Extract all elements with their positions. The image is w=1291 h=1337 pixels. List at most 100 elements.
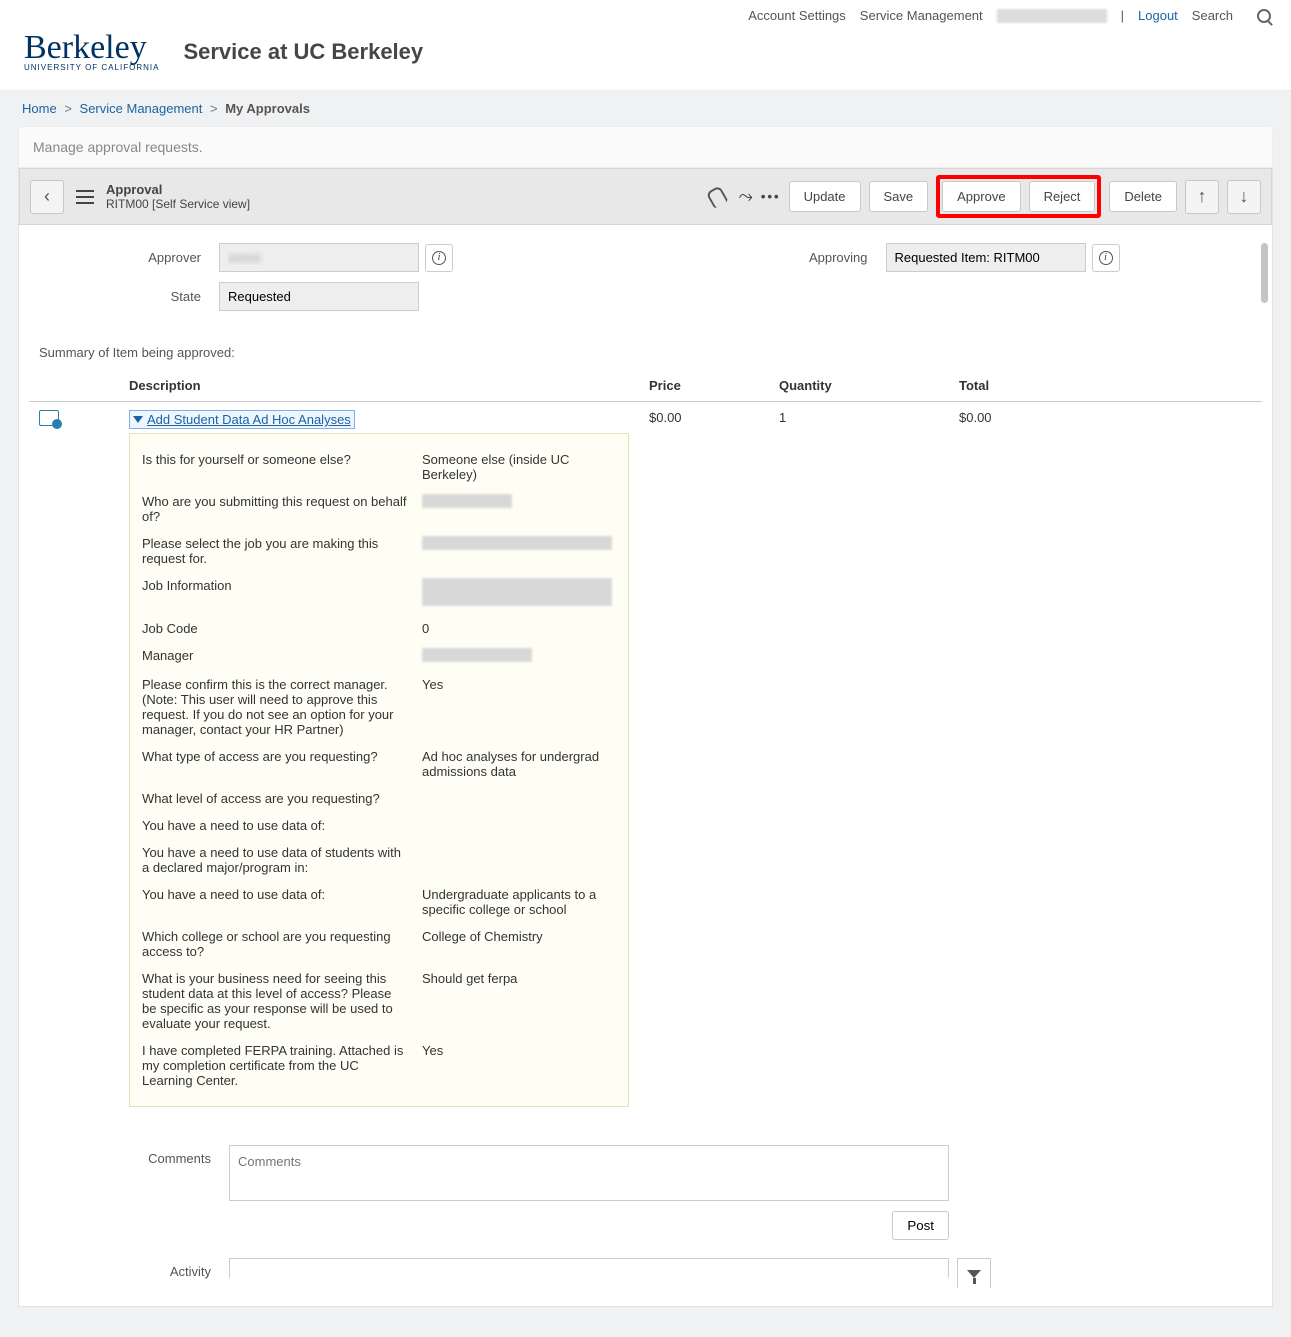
state-label: State — [29, 289, 219, 304]
approver-info-button[interactable]: i — [425, 244, 453, 272]
breadcrumb-service[interactable]: Service Management — [80, 101, 203, 116]
search-icon[interactable] — [1257, 9, 1271, 23]
detail-question: You have a need to use data of students … — [142, 845, 422, 875]
detail-answer — [422, 648, 616, 665]
berkeley-logo-subtitle: UNIVERSITY OF CALIFORNIA — [24, 63, 159, 72]
comments-label: Comments — [29, 1145, 229, 1201]
detail-row: Manager — [142, 642, 616, 671]
detail-question: Job Code — [142, 621, 422, 636]
account-settings-link[interactable]: Account Settings — [748, 8, 846, 23]
activity-label: Activity — [29, 1258, 229, 1288]
item-description-link[interactable]: Add Student Data Ad Hoc Analyses — [129, 410, 355, 429]
approving-label: Approving — [696, 250, 886, 265]
detail-answer — [422, 818, 616, 833]
detail-answer — [422, 791, 616, 806]
detail-question: You have a need to use data of: — [142, 818, 422, 833]
menu-button[interactable] — [72, 196, 98, 198]
detail-row: Which college or school are you requesti… — [142, 923, 616, 965]
page-subheader: Manage approval requests. — [18, 126, 1273, 168]
approver-label: Approver — [29, 250, 219, 265]
logout-link[interactable]: Logout — [1138, 8, 1178, 23]
breadcrumb-current: My Approvals — [225, 101, 310, 116]
search-label[interactable]: Search — [1192, 8, 1233, 23]
approve-button[interactable]: Approve — [942, 181, 1020, 212]
collapse-icon — [133, 416, 143, 423]
service-management-link[interactable]: Service Management — [860, 8, 983, 23]
delete-button[interactable]: Delete — [1109, 181, 1177, 212]
back-button[interactable]: ‹ — [30, 180, 64, 214]
detail-answer: Should get ferpa — [422, 971, 616, 1031]
detail-answer — [422, 845, 616, 875]
detail-answer: Someone else (inside UC Berkeley) — [422, 452, 616, 482]
detail-answer — [422, 578, 616, 609]
reject-button[interactable]: Reject — [1029, 181, 1096, 212]
col-price: Price — [639, 370, 769, 402]
item-detail-panel: Is this for yourself or someone else?Som… — [129, 433, 629, 1107]
summary-heading: Summary of Item being approved: — [39, 345, 1262, 360]
detail-row: Please confirm this is the correct manag… — [142, 671, 616, 743]
save-button[interactable]: Save — [869, 181, 929, 212]
detail-answer: College of Chemistry — [422, 929, 616, 959]
approving-info-button[interactable]: i — [1092, 244, 1120, 272]
detail-row: Who are you submitting this request on b… — [142, 488, 616, 530]
detail-question: What is your business need for seeing th… — [142, 971, 422, 1031]
preview-icon[interactable] — [39, 410, 59, 426]
detail-question: Manager — [142, 648, 422, 665]
cell-price: $0.00 — [639, 402, 769, 1116]
approver-field[interactable] — [219, 243, 419, 272]
previous-record-button[interactable]: ↑ — [1185, 180, 1219, 214]
record-title: Approval — [106, 182, 250, 197]
summary-table: Description Price Quantity Total Add Stu… — [29, 370, 1262, 1115]
form-scrollbar[interactable] — [1261, 243, 1268, 303]
detail-question: Job Information — [142, 578, 422, 609]
cell-total: $0.00 — [949, 402, 1262, 1116]
col-description: Description — [119, 370, 639, 402]
detail-row: You have a need to use data of:Undergrad… — [142, 881, 616, 923]
next-record-button[interactable]: ↓ — [1227, 180, 1261, 214]
table-row: Add Student Data Ad Hoc Analyses Is this… — [29, 402, 1262, 1116]
detail-row: What is your business need for seeing th… — [142, 965, 616, 1037]
activity-stream — [229, 1258, 949, 1278]
detail-row: Job Code0 — [142, 615, 616, 642]
funnel-icon — [967, 1270, 981, 1278]
activity-stream-button[interactable]: ⤳ — [739, 186, 753, 207]
state-field[interactable] — [219, 282, 419, 311]
detail-answer: Yes — [422, 677, 616, 737]
detail-question: You have a need to use data of: — [142, 887, 422, 917]
detail-answer: Ad hoc analyses for undergrad admissions… — [422, 749, 616, 779]
detail-question: Which college or school are you requesti… — [142, 929, 422, 959]
hamburger-icon — [76, 196, 94, 198]
detail-row: Is this for yourself or someone else?Som… — [142, 446, 616, 488]
detail-row: You have a need to use data of students … — [142, 839, 616, 881]
approving-field[interactable] — [886, 243, 1086, 272]
breadcrumb: Home > Service Management > My Approvals — [18, 91, 1273, 126]
detail-question: What level of access are you requesting? — [142, 791, 422, 806]
detail-question: Is this for yourself or someone else? — [142, 452, 422, 482]
detail-question: Please select the job you are making thi… — [142, 536, 422, 566]
attachment-button[interactable] — [703, 182, 731, 212]
post-button[interactable]: Post — [892, 1211, 949, 1240]
page-header: Berkeley UNIVERSITY OF CALIFORNIA Servic… — [0, 31, 1291, 91]
detail-row: Job Information — [142, 572, 616, 615]
more-actions-button[interactable]: ••• — [761, 189, 781, 204]
detail-answer: Undergraduate applicants to a specific c… — [422, 887, 616, 917]
breadcrumb-home[interactable]: Home — [22, 101, 57, 116]
col-total: Total — [949, 370, 1262, 402]
detail-answer: 0 — [422, 621, 616, 636]
detail-row: Please select the job you are making thi… — [142, 530, 616, 572]
col-quantity: Quantity — [769, 370, 949, 402]
page-title: Service at UC Berkeley — [183, 39, 423, 65]
record-toolbar: ‹ Approval RITM00 [Self Service view] ⤳ … — [19, 168, 1272, 225]
approve-reject-highlight: Approve Reject — [936, 175, 1101, 218]
cell-quantity: 1 — [769, 402, 949, 1116]
comments-input[interactable] — [229, 1145, 949, 1201]
update-button[interactable]: Update — [789, 181, 861, 212]
detail-question: Who are you submitting this request on b… — [142, 494, 422, 524]
top-bar: Account Settings Service Management | Lo… — [0, 0, 1291, 31]
detail-row: You have a need to use data of: — [142, 812, 616, 839]
detail-answer — [422, 494, 616, 524]
activity-filter-button[interactable] — [957, 1258, 991, 1288]
detail-row: What level of access are you requesting? — [142, 785, 616, 812]
record-subtitle: RITM00 [Self Service view] — [106, 197, 250, 211]
detail-answer — [422, 536, 616, 566]
